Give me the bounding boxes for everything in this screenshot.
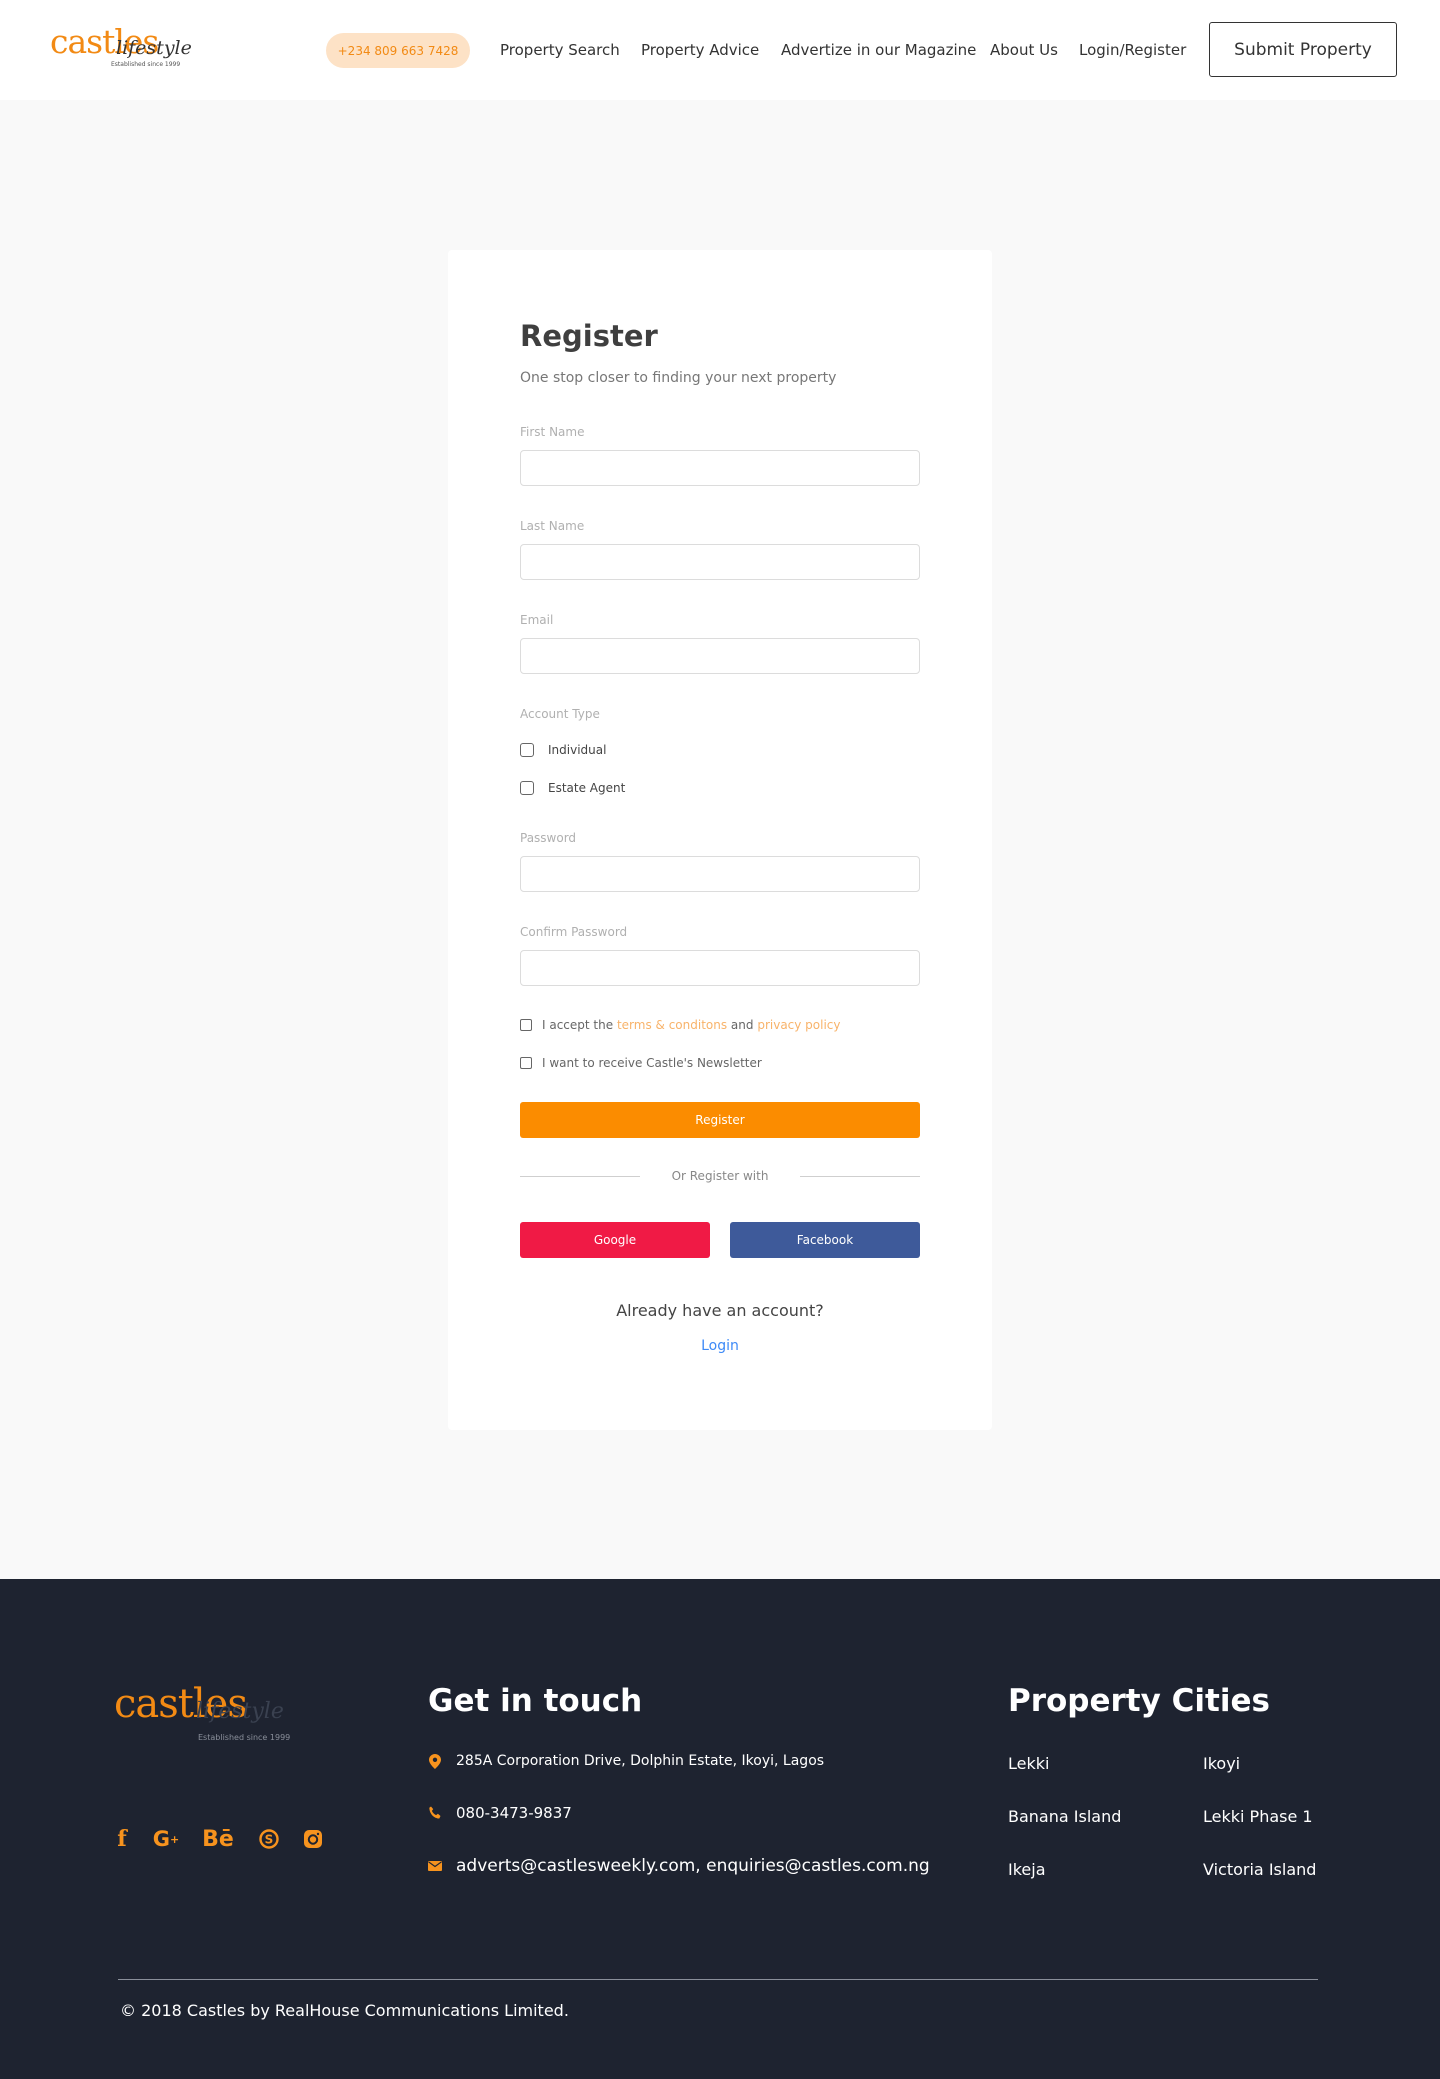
city-banana-island[interactable]: Banana Island: [1008, 1806, 1121, 1828]
phone-row: 080-3473-9837: [428, 1803, 572, 1823]
city-ikeja[interactable]: Ikeja: [1008, 1859, 1046, 1881]
confirm-password-label: Confirm Password: [520, 925, 628, 939]
estate-agent-label: Estate Agent: [548, 781, 626, 795]
logo[interactable]: castles lifestyle Established since 1999: [50, 22, 192, 74]
footer-logo-since: Established since 1999: [198, 1733, 291, 1742]
phone-text: 080-3473-9837: [456, 1804, 572, 1822]
already-have-account: Already have an account?: [616, 1301, 824, 1320]
privacy-policy-link[interactable]: privacy policy: [757, 1018, 840, 1032]
login-link[interactable]: Login: [520, 1336, 920, 1356]
city-victoria-island[interactable]: Victoria Island: [1203, 1859, 1316, 1881]
nav-advertize-magazine[interactable]: Advertize in our Magazine: [781, 39, 976, 61]
nav-about-us[interactable]: About Us: [990, 39, 1058, 61]
accept-prefix: I accept the: [542, 1018, 614, 1032]
envelope-icon: [428, 1859, 442, 1873]
password-field[interactable]: [520, 856, 920, 892]
register-button[interactable]: Register: [520, 1102, 920, 1138]
register-card: Register One stop closer to finding your…: [448, 250, 992, 1430]
footer-divider: [118, 1979, 1318, 1980]
logo-since: Established since 1999: [111, 61, 181, 68]
city-lekki-phase-1[interactable]: Lekki Phase 1: [1203, 1806, 1313, 1828]
accept-terms-checkbox[interactable]: [520, 1019, 532, 1031]
last-name-field[interactable]: [520, 544, 920, 580]
email-row: adverts@castlesweekly.com, enquiries@cas…: [428, 1856, 930, 1876]
newsletter-checkbox[interactable]: [520, 1057, 532, 1069]
last-name-label: Last Name: [520, 519, 585, 533]
copyright: © 2018 Castles by RealHouse Communicatio…: [120, 2001, 569, 2020]
logo-script: lifestyle: [116, 37, 192, 59]
phone-pill[interactable]: +234 809 663 7428: [326, 33, 470, 68]
city-lekki[interactable]: Lekki: [1008, 1753, 1049, 1775]
divider-right: [800, 1176, 920, 1177]
instagram-icon[interactable]: [302, 1826, 324, 1852]
city-ikoyi[interactable]: Ikoyi: [1203, 1753, 1240, 1775]
individual-label: Individual: [548, 743, 607, 757]
accept-terms-label: I accept the terms & conditons and priva…: [542, 1017, 841, 1033]
footer-logo[interactable]: castles lifestyle Established since 1999: [114, 1681, 294, 1742]
location-pin-icon: [428, 1753, 442, 1769]
property-cities-title: Property Cities: [1008, 1683, 1270, 1719]
estate-agent-checkbox[interactable]: [520, 781, 534, 795]
email-label: Email: [520, 613, 554, 627]
facebook-register-button[interactable]: Facebook: [730, 1222, 920, 1258]
first-name-field[interactable]: [520, 450, 920, 486]
address-text: 285A Corporation Drive, Dolphin Estate, …: [456, 1753, 825, 1769]
page-title: Register: [520, 319, 658, 353]
submit-property-button[interactable]: Submit Property: [1209, 22, 1397, 77]
google-register-button[interactable]: Google: [520, 1222, 710, 1258]
svg-text:S: S: [265, 1833, 274, 1847]
phone-icon: [428, 1806, 442, 1820]
google-plus-icon[interactable]: G +: [151, 1826, 181, 1852]
first-name-label: First Name: [520, 425, 585, 439]
skype-icon[interactable]: S: [258, 1826, 280, 1852]
behance-icon[interactable]: Bē: [200, 1826, 236, 1852]
individual-checkbox[interactable]: [520, 743, 534, 757]
facebook-icon[interactable]: f: [114, 1826, 130, 1852]
newsletter-label: I want to receive Castle's Newsletter: [542, 1056, 762, 1070]
email-field[interactable]: [520, 638, 920, 674]
nav-property-advice[interactable]: Property Advice: [641, 39, 759, 61]
page-subtitle: One stop closer to finding your next pro…: [520, 370, 837, 386]
and-text: and: [730, 1018, 754, 1032]
account-type-label: Account Type: [520, 707, 600, 721]
nav-login-register[interactable]: Login/Register: [1079, 39, 1186, 61]
confirm-password-field[interactable]: [520, 950, 920, 986]
terms-link[interactable]: terms & conditons: [617, 1018, 727, 1032]
footer-logo-script: lifestyle: [196, 1699, 284, 1724]
emails-text: adverts@castlesweekly.com, enquiries@cas…: [456, 1856, 930, 1876]
password-label: Password: [520, 831, 577, 845]
address-row: 285A Corporation Drive, Dolphin Estate, …: [428, 1751, 824, 1771]
site-header: castles lifestyle Established since 1999…: [0, 0, 1440, 100]
nav-property-search[interactable]: Property Search: [500, 39, 620, 61]
get-in-touch-title: Get in touch: [428, 1683, 643, 1719]
